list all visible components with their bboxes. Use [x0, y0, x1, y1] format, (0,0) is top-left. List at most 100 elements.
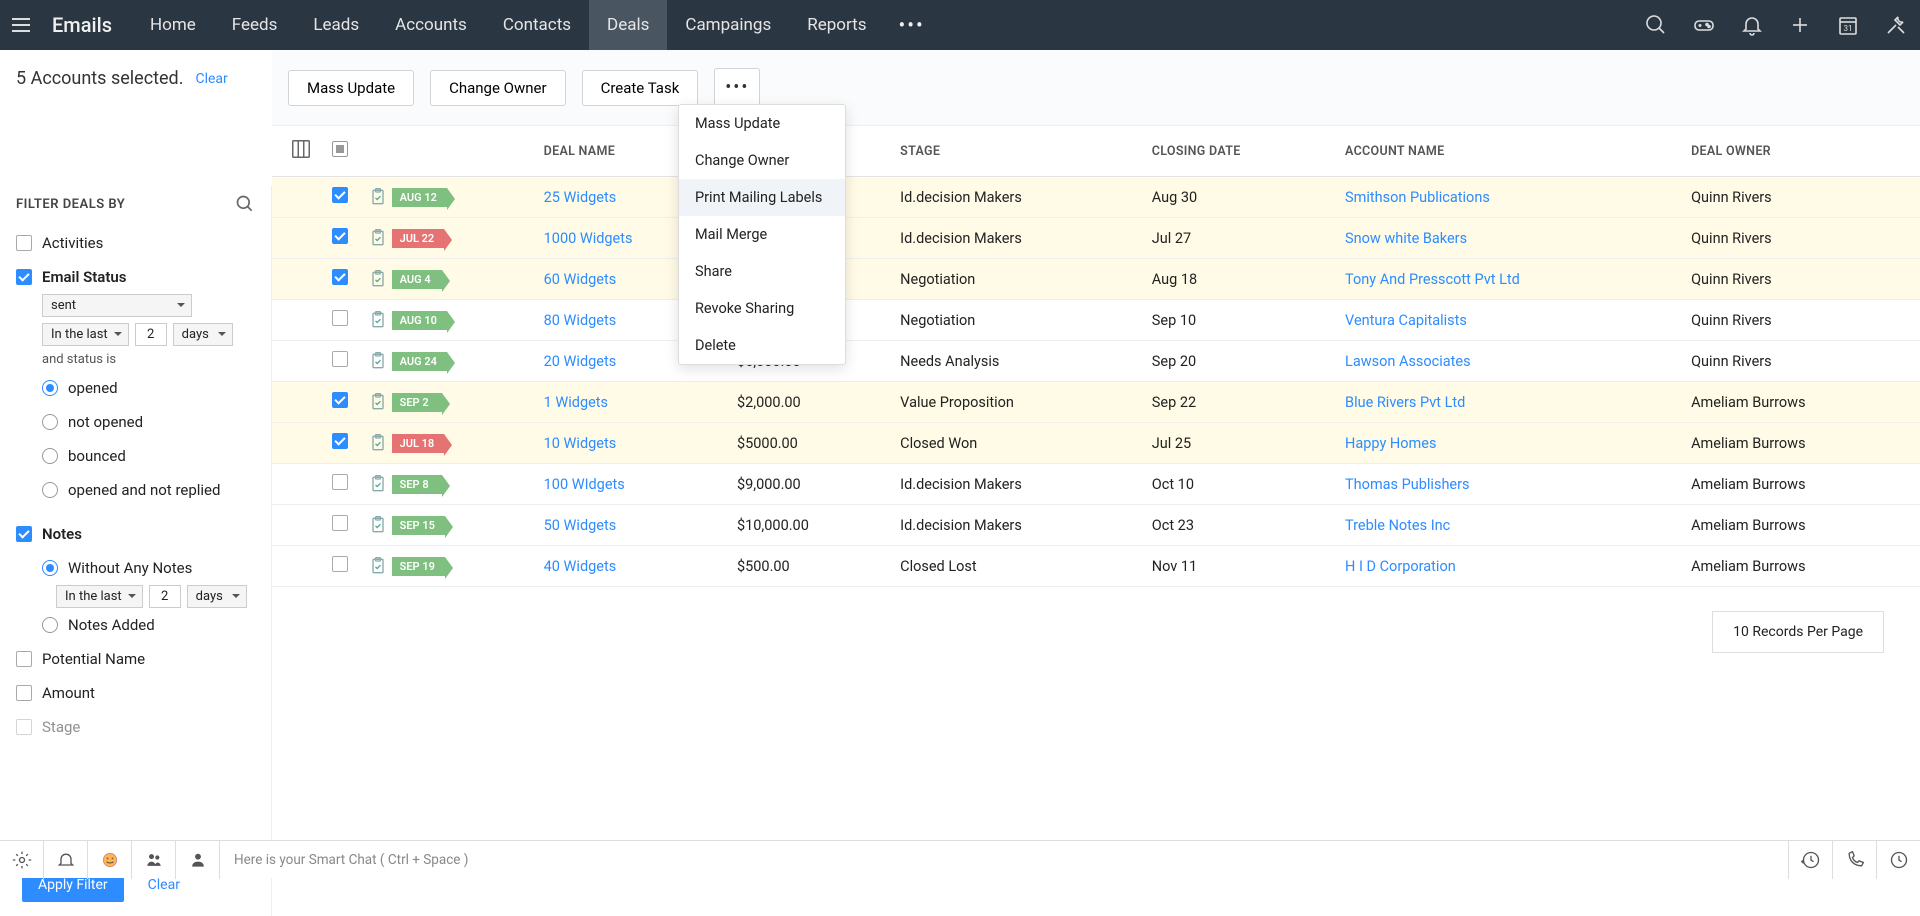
menu-item-mail-merge[interactable]: Mail Merge [679, 216, 845, 253]
menu-item-revoke-sharing[interactable]: Revoke Sharing [679, 290, 845, 327]
gear-icon[interactable] [0, 841, 44, 879]
hamburger-icon[interactable] [12, 11, 40, 39]
filter-activities[interactable]: Activities [16, 226, 255, 260]
nav-item-reports[interactable]: Reports [789, 0, 884, 50]
account-link[interactable]: Ventura Capitalists [1345, 312, 1467, 329]
clock-arrow-icon[interactable] [1788, 841, 1832, 879]
deal-name-link[interactable]: 40 Widgets [544, 558, 617, 575]
radio-opened-and-not-replied[interactable]: opened and not replied [16, 473, 255, 507]
radio-icon[interactable] [42, 560, 58, 576]
records-per-page[interactable]: 10 Records Per Page [1712, 611, 1884, 653]
radio-icon[interactable] [42, 414, 58, 430]
gamepad-icon[interactable] [1692, 13, 1716, 37]
account-link[interactable]: Lawson Associates [1345, 353, 1471, 370]
row-checkbox[interactable] [332, 187, 348, 203]
deal-name-link[interactable]: 10 Widgets [544, 435, 617, 452]
deal-name-link[interactable]: 20 Widgets [544, 353, 617, 370]
deal-name-link[interactable]: 25 Widgets [544, 189, 617, 206]
deal-name-link[interactable]: 50 Widgets [544, 517, 617, 534]
table-row[interactable]: JUL 221000 Widgets$4,000.00Id.decision M… [272, 218, 1920, 259]
radio-icon[interactable] [42, 380, 58, 396]
nav-item-contacts[interactable]: Contacts [485, 0, 589, 50]
filter-search-icon[interactable] [235, 194, 255, 214]
table-row[interactable]: AUG 1225 Widgets$10,000.00Id.decision Ma… [272, 177, 1920, 218]
change-owner-button[interactable]: Change Owner [430, 70, 565, 106]
deal-name-link[interactable]: 1 Widgets [544, 394, 608, 411]
person-icon[interactable] [176, 841, 220, 879]
account-link[interactable]: H I D Corporation [1345, 558, 1456, 575]
clear-filter-link[interactable]: Clear [148, 877, 180, 893]
notes-unit-select[interactable]: days [187, 585, 247, 608]
radio-notes-added[interactable]: Notes Added [16, 608, 255, 642]
filter-stage[interactable]: Stage [16, 710, 255, 744]
table-row[interactable]: SEP 1550 Widgets$10,000.00Id.decision Ma… [272, 505, 1920, 546]
table-row[interactable]: SEP 21 Widgets$2,000.00Value Proposition… [272, 382, 1920, 423]
filter-email-status[interactable]: Email Status [16, 260, 255, 294]
bell-icon[interactable] [1740, 13, 1764, 37]
nav-item-deals[interactable]: Deals [589, 0, 667, 50]
row-checkbox[interactable] [332, 310, 348, 326]
col-deal-owner[interactable]: DEAL OWNER [1681, 126, 1920, 177]
notes-period-value[interactable]: 2 [149, 585, 181, 608]
calendar-icon[interactable]: 31 [1836, 13, 1860, 37]
nav-item-campaings[interactable]: Campaings [667, 0, 789, 50]
tools-icon[interactable] [1884, 13, 1908, 37]
table-row[interactable]: AUG 460 Widgets$8,000.00NegotiationAug 1… [272, 259, 1920, 300]
radio-icon[interactable] [42, 482, 58, 498]
row-checkbox[interactable] [332, 556, 348, 572]
deal-name-link[interactable]: 60 Widgets [544, 271, 617, 288]
unit-select[interactable]: days [173, 323, 233, 346]
deal-name-link[interactable]: 100 WIdgets [544, 476, 625, 493]
row-checkbox[interactable] [332, 515, 348, 531]
account-link[interactable]: Treble Notes Inc [1345, 517, 1450, 534]
radio-without-notes[interactable]: Without Any Notes [16, 551, 255, 585]
row-checkbox[interactable] [332, 474, 348, 490]
row-checkbox[interactable] [332, 392, 348, 408]
period-value[interactable]: 2 [135, 323, 167, 346]
deal-name-link[interactable]: 80 Widgets [544, 312, 617, 329]
emoji-icon[interactable] [88, 841, 132, 879]
filter-notes[interactable]: Notes [16, 517, 255, 551]
group-icon[interactable] [132, 841, 176, 879]
account-link[interactable]: Tony And Presscott Pvt Ltd [1345, 271, 1520, 288]
account-link[interactable]: Happy Homes [1345, 435, 1436, 452]
clock-icon[interactable] [1876, 841, 1920, 879]
smart-chat-input[interactable]: Here is your Smart Chat ( Ctrl + Space ) [220, 852, 1788, 868]
radio-icon[interactable] [42, 448, 58, 464]
row-checkbox[interactable] [332, 351, 348, 367]
table-row[interactable]: AUG 1080 Widgets$11,000.00NegotiationSep… [272, 300, 1920, 341]
filter-potential-name[interactable]: Potential Name [16, 642, 255, 676]
col-stage[interactable]: STAGE [890, 126, 1142, 177]
checkbox-icon[interactable] [16, 651, 32, 667]
table-row[interactable]: SEP 8100 WIdgets$9,000.00Id.decision Mak… [272, 464, 1920, 505]
phone-icon[interactable] [1832, 841, 1876, 879]
account-link[interactable]: Snow white Bakers [1345, 230, 1467, 247]
clear-selection-link[interactable]: Clear [195, 71, 227, 87]
checkbox-icon[interactable] [16, 526, 32, 542]
col-closing-date[interactable]: CLOSING DATE [1142, 126, 1335, 177]
account-link[interactable]: Thomas Publishers [1345, 476, 1469, 493]
create-task-button[interactable]: Create Task [582, 70, 699, 106]
menu-item-change-owner[interactable]: Change Owner [679, 142, 845, 179]
checkbox-icon[interactable] [16, 719, 32, 735]
search-icon[interactable] [1644, 13, 1668, 37]
nav-overflow-icon[interactable]: ••• [884, 13, 938, 37]
col-account-name[interactable]: ACCOUNT NAME [1335, 126, 1681, 177]
select-all-checkbox[interactable] [332, 141, 348, 157]
menu-item-delete[interactable]: Delete [679, 327, 845, 364]
sent-select[interactable]: sent [42, 294, 192, 317]
deal-name-link[interactable]: 1000 Widgets [544, 230, 633, 247]
nav-item-feeds[interactable]: Feeds [214, 0, 296, 50]
row-checkbox[interactable] [332, 433, 348, 449]
account-link[interactable]: Blue Rivers Pvt Ltd [1345, 394, 1465, 411]
column-settings-icon[interactable] [290, 138, 312, 160]
filter-amount[interactable]: Amount [16, 676, 255, 710]
plus-icon[interactable] [1788, 13, 1812, 37]
menu-item-mass-update[interactable]: Mass Update [679, 105, 845, 142]
bell-icon[interactable] [44, 841, 88, 879]
radio-icon[interactable] [42, 617, 58, 633]
table-row[interactable]: AUG 2420 Widgets$6,000.00Needs AnalysisS… [272, 341, 1920, 382]
table-row[interactable]: JUL 1810 Widgets$5000.00Closed WonJul 25… [272, 423, 1920, 464]
radio-not-opened[interactable]: not opened [16, 405, 255, 439]
notes-period-select[interactable]: In the last [56, 585, 143, 608]
